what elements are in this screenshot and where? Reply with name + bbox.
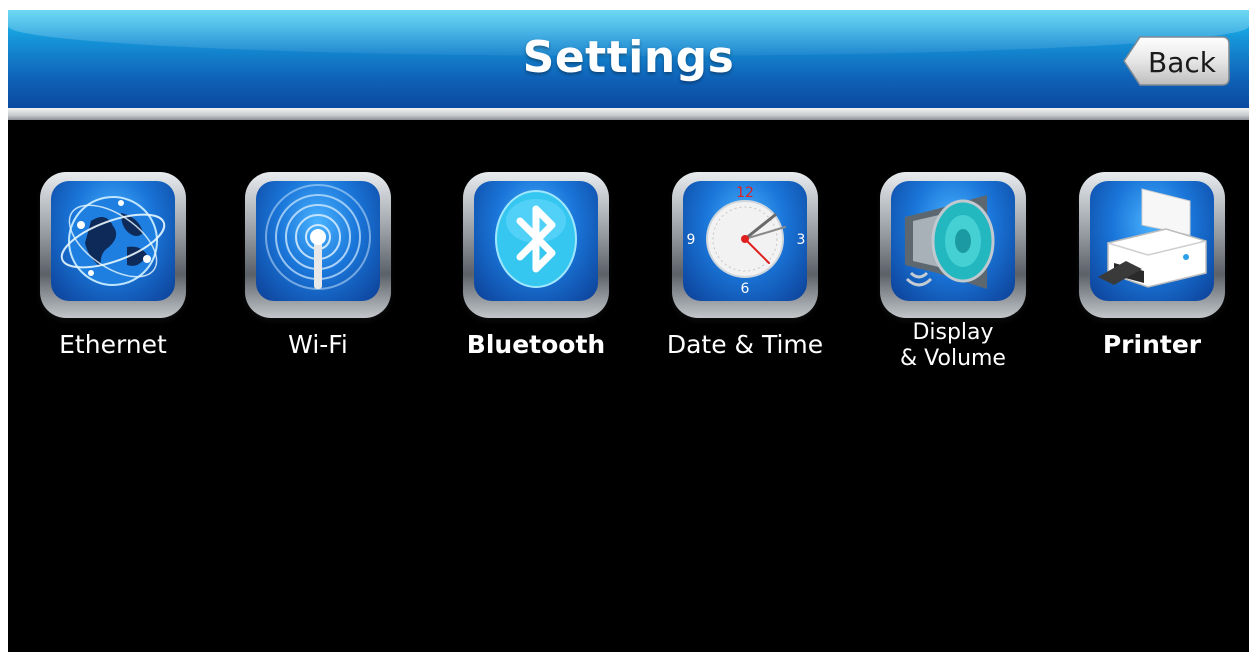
clock-icon: 12 3 6 9 xyxy=(683,181,807,301)
tile-bluetooth[interactable] xyxy=(463,172,609,318)
tile-label-display-volume: Display & Volume xyxy=(843,320,1063,372)
globe-icon xyxy=(51,181,175,301)
tile-label-printer: Printer xyxy=(1102,330,1202,359)
settings-screen: Settings Back Ethernet Wi-Fi Bluetooth 1… xyxy=(8,10,1249,652)
tile-display-volume[interactable] xyxy=(880,172,1026,318)
clock-number-9: 9 xyxy=(687,232,696,248)
tile-printer[interactable] xyxy=(1079,172,1225,318)
back-button[interactable]: Back xyxy=(1122,36,1230,86)
tile-label-display-line2: & Volume xyxy=(900,346,1006,371)
printer-icon xyxy=(1090,181,1214,301)
clock-number-3: 3 xyxy=(797,232,806,248)
tile-label-bluetooth: Bluetooth xyxy=(466,330,606,359)
speaker-icon xyxy=(891,181,1015,301)
back-button-label: Back xyxy=(1148,46,1216,79)
tile-label-wifi: Wi-Fi xyxy=(288,330,348,359)
tile-date-time[interactable]: 12 3 6 9 xyxy=(672,172,818,318)
wifi-antenna-icon xyxy=(256,181,380,301)
tile-ethernet[interactable] xyxy=(40,172,186,318)
clock-number-12: 12 xyxy=(736,185,754,201)
header-bar: Settings Back xyxy=(8,10,1249,108)
tile-label-display-line1: Display xyxy=(912,320,994,345)
header-divider xyxy=(8,108,1249,120)
tile-label-date-time: Date & Time xyxy=(666,330,824,359)
clock-number-6: 6 xyxy=(741,281,750,297)
tile-wifi[interactable] xyxy=(245,172,391,318)
page-title: Settings xyxy=(522,32,735,83)
tile-label-ethernet: Ethernet xyxy=(59,330,167,359)
bluetooth-icon xyxy=(474,181,598,301)
